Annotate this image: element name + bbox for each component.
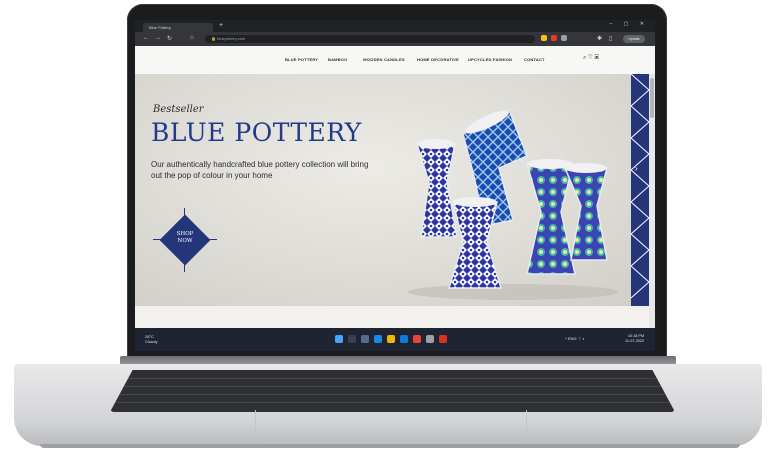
search-icon[interactable] <box>348 335 356 343</box>
hero-kicker: Bestseller <box>153 104 204 115</box>
extension-icon[interactable] <box>551 35 557 41</box>
keyboard <box>110 370 675 412</box>
hero-banner: Bestseller BLUE POTTERY Our authenticall… <box>135 74 655 306</box>
site-nav: BLUE POTTERY BAMBOO WOODEN CANDLES HOME … <box>135 46 655 74</box>
app-icon[interactable] <box>439 335 447 343</box>
shop-now-line2: NOW <box>177 238 193 244</box>
trackpad <box>255 410 527 443</box>
scrollbar-thumb[interactable] <box>650 78 654 118</box>
nav-upcycled-fashion[interactable]: UPCYCLED FASHION <box>468 57 512 62</box>
taskbar: 28°C Cloudy ^ ENG ⌔ ◐ 10:18 PM 11-07-202… <box>135 328 655 351</box>
file-explorer-icon[interactable] <box>387 335 395 343</box>
weather-widget[interactable]: 28°C Cloudy <box>145 334 157 344</box>
website: BLUE POTTERY BAMBOO WOODEN CANDLES HOME … <box>135 46 655 328</box>
extension-icon[interactable] <box>561 35 567 41</box>
sidebar-icon[interactable]: ▯ <box>609 35 612 42</box>
edge-icon[interactable] <box>374 335 382 343</box>
nav-bamboo[interactable]: BAMBOO <box>328 57 347 62</box>
shop-now-line1: SHOP <box>176 231 194 237</box>
hero-copy: Our authentically handcrafted blue potte… <box>151 160 369 180</box>
new-tab-button[interactable]: + <box>219 22 223 29</box>
pottery-product-image <box>408 108 618 300</box>
browser-toolbar: ← → ↻ ⌂ 🔒 bluepottery.com ✱ ▯ Update <box>135 32 655 46</box>
decorative-border <box>630 73 650 306</box>
taskbar-clock[interactable]: 10:18 PM 11-07-2022 <box>625 334 644 344</box>
weather-desc: Cloudy <box>145 339 158 344</box>
next-slide-icon[interactable]: › <box>635 164 638 173</box>
clock-date: 11-07-2022 <box>625 339 645 343</box>
screen: Blue Pottery + – ▢ ✕ ← → ↻ ⌂ 🔒 bluepotte… <box>135 20 655 351</box>
chrome-icon[interactable] <box>413 335 421 343</box>
browser-tab[interactable]: Blue Pottery <box>143 23 213 32</box>
nav-icons[interactable]: ⌕ ♡ ▣ <box>583 55 599 62</box>
extensions-puzzle-icon[interactable]: ✱ <box>597 35 602 42</box>
laptop-foot <box>40 444 740 448</box>
back-icon[interactable]: ← <box>143 35 149 41</box>
home-icon[interactable]: ⌂ <box>190 35 194 41</box>
nav-blue-pottery[interactable]: BLUE POTTERY <box>285 57 318 62</box>
nav-home-decorative[interactable]: HOME DECORATIVE <box>417 57 459 62</box>
profile-button[interactable]: Update <box>623 35 645 43</box>
extension-icon[interactable] <box>541 35 547 41</box>
forward-icon[interactable]: → <box>155 35 161 41</box>
start-icon[interactable] <box>335 335 343 343</box>
reload-icon[interactable]: ↻ <box>167 35 172 42</box>
browser-tab-bar: Blue Pottery + – ▢ ✕ <box>135 20 655 32</box>
nav-contact[interactable]: CONTACT <box>524 57 545 62</box>
nav-wooden-candles[interactable]: WOODEN CANDLES <box>363 57 405 62</box>
system-tray[interactable]: ^ ENG ⌔ ◐ <box>565 336 585 342</box>
store-icon[interactable] <box>400 335 408 343</box>
window-controls[interactable]: – ▢ ✕ <box>610 21 649 27</box>
address-bar[interactable]: 🔒 bluepottery.com <box>205 35 535 43</box>
task-view-icon[interactable] <box>361 335 369 343</box>
app-icon[interactable] <box>426 335 434 343</box>
shop-now-button[interactable]: SHOP NOW <box>153 208 217 272</box>
hero-headline: BLUE POTTERY <box>151 118 362 147</box>
